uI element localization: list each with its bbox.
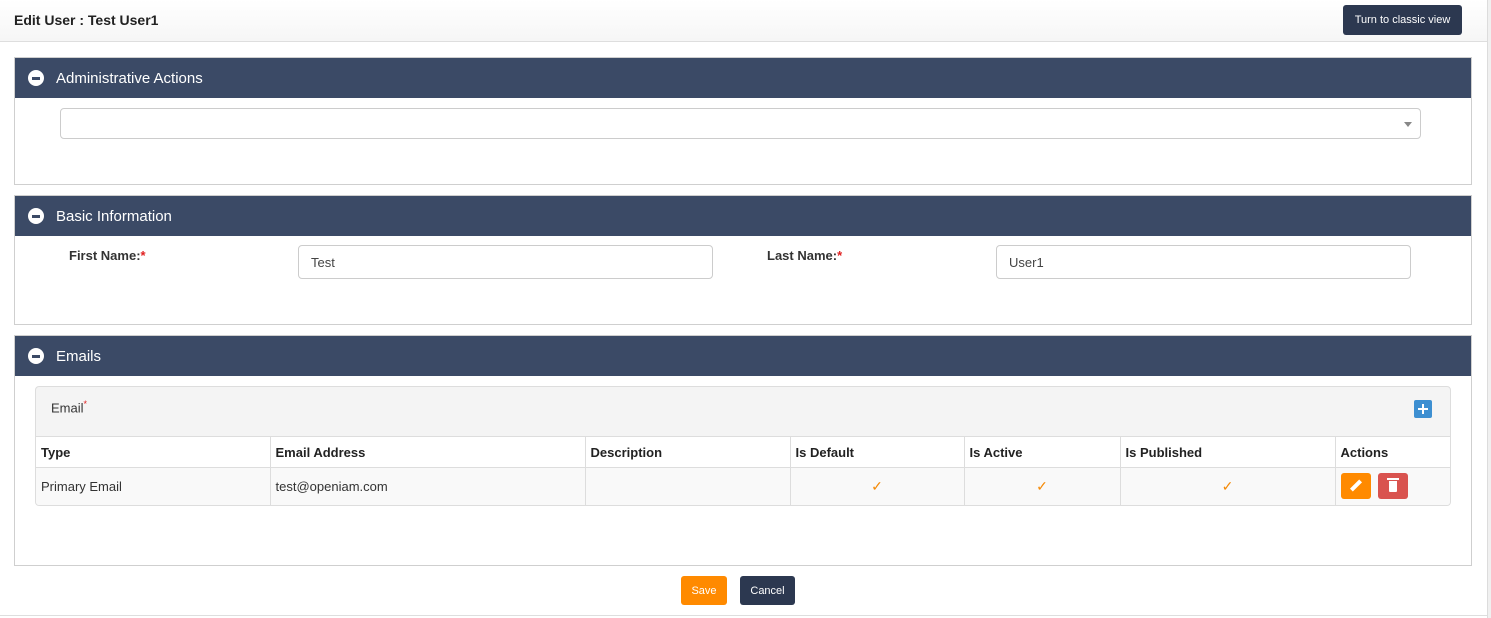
email-box-title: Email* bbox=[51, 399, 87, 415]
collapse-minus-icon[interactable] bbox=[28, 208, 44, 224]
cancel-button[interactable]: Cancel bbox=[740, 576, 795, 605]
first-name-label-text: First Name: bbox=[69, 248, 141, 263]
first-name-input[interactable] bbox=[298, 245, 713, 279]
check-icon: ✓ bbox=[1221, 477, 1234, 494]
check-icon: ✓ bbox=[871, 477, 883, 494]
administrative-actions-header[interactable]: Administrative Actions bbox=[15, 58, 1471, 98]
panel-title: Emails bbox=[56, 347, 102, 365]
page-title: Edit User : Test User1 bbox=[14, 12, 159, 28]
required-marker: * bbox=[140, 248, 146, 263]
check-icon: ✓ bbox=[1036, 477, 1048, 494]
chevron-down-icon bbox=[1404, 122, 1412, 127]
administrative-actions-panel: Administrative Actions bbox=[14, 57, 1472, 185]
email-box: Email* Type Email Address Description Is… bbox=[35, 386, 1451, 506]
save-button[interactable]: Save bbox=[681, 576, 727, 605]
required-marker: * bbox=[83, 399, 88, 409]
edit-email-button[interactable] bbox=[1340, 473, 1371, 500]
administrative-actions-select[interactable] bbox=[60, 108, 1421, 139]
classic-view-button[interactable]: Turn to classic view bbox=[1343, 5, 1462, 35]
delete-email-button[interactable] bbox=[1377, 473, 1408, 500]
last-name-input[interactable] bbox=[996, 245, 1411, 279]
footer-divider bbox=[0, 615, 1487, 616]
top-bar: Edit User : Test User1 Turn to classic v… bbox=[0, 0, 1487, 42]
required-marker: * bbox=[837, 248, 843, 263]
cell-is-default: ✓ bbox=[790, 467, 965, 505]
email-table: Type Email Address Description Is Defaul… bbox=[36, 436, 1450, 505]
column-header-is-published: Is Published bbox=[1120, 436, 1336, 468]
scrollbar-track[interactable] bbox=[1487, 0, 1491, 618]
panel-title: Basic Information bbox=[56, 207, 172, 225]
collapse-minus-icon[interactable] bbox=[28, 348, 44, 364]
column-header-type: Type bbox=[36, 436, 271, 468]
table-header-row: Type Email Address Description Is Defaul… bbox=[36, 436, 1450, 468]
pencil-icon bbox=[1349, 479, 1362, 492]
last-name-label: Last Name:* bbox=[767, 248, 842, 263]
page: Edit User : Test User1 Turn to classic v… bbox=[0, 0, 1487, 618]
cell-is-published: ✓ bbox=[1120, 467, 1336, 505]
column-header-actions: Actions bbox=[1335, 436, 1450, 468]
column-header-is-active: Is Active bbox=[964, 436, 1121, 468]
email-box-title-text: Email bbox=[51, 400, 84, 416]
collapse-minus-icon[interactable] bbox=[28, 70, 44, 86]
cell-actions bbox=[1335, 467, 1450, 505]
trash-icon bbox=[1386, 478, 1399, 493]
column-header-is-default: Is Default bbox=[790, 436, 965, 468]
cell-type: Primary Email bbox=[36, 467, 271, 505]
basic-information-panel: Basic Information First Name:* Last Name… bbox=[14, 195, 1472, 325]
column-header-description: Description bbox=[585, 436, 791, 468]
basic-information-header[interactable]: Basic Information bbox=[15, 196, 1471, 236]
cell-is-active: ✓ bbox=[964, 467, 1121, 505]
table-row: Primary Email test@openiam.com ✓ ✓ ✓ bbox=[36, 467, 1450, 505]
cell-description bbox=[585, 467, 791, 505]
add-email-button[interactable] bbox=[1414, 400, 1432, 418]
first-name-label: First Name:* bbox=[69, 248, 146, 263]
emails-panel: Emails Email* Type Email Address Descrip… bbox=[14, 335, 1472, 566]
last-name-label-text: Last Name: bbox=[767, 248, 838, 263]
panel-title: Administrative Actions bbox=[56, 69, 203, 87]
cell-email-address: test@openiam.com bbox=[270, 467, 586, 505]
emails-header[interactable]: Emails bbox=[15, 336, 1471, 376]
column-header-email-address: Email Address bbox=[270, 436, 586, 468]
